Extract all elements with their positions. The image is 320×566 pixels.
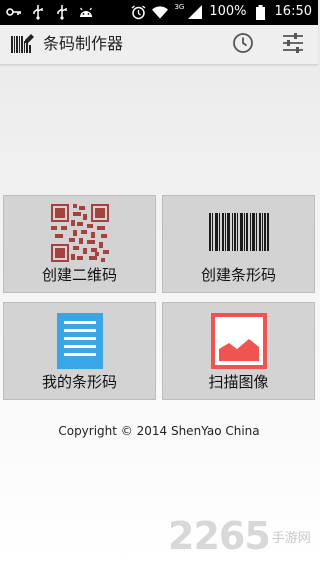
- create-barcode-button[interactable]: 创建条形码: [162, 195, 315, 293]
- my-barcodes-button[interactable]: 我的条形码: [3, 302, 156, 400]
- watermark-site: 手游网: [271, 531, 311, 546]
- app-title: 条码制作器: [43, 34, 124, 53]
- scan-image-button[interactable]: 扫描图像: [162, 302, 315, 400]
- tile-label: 创建条形码: [200, 266, 276, 284]
- image-icon: [210, 313, 267, 373]
- wifi-icon: [152, 4, 169, 20]
- usb-icon: [30, 4, 46, 20]
- clock: 16:50: [274, 4, 312, 19]
- alarm-icon: [130, 4, 146, 20]
- usb-icon: [54, 4, 70, 20]
- document-list-icon: [56, 313, 103, 373]
- barcode-icon: [208, 213, 269, 255]
- battery-icon: [253, 4, 269, 20]
- tile-label: 扫描图像: [208, 373, 269, 391]
- watermark-number: 2265: [168, 514, 271, 558]
- status-bar: 3G 100% 16:50: [0, 0, 318, 25]
- key-icon: [6, 4, 22, 20]
- history-button[interactable]: [230, 32, 256, 58]
- tile-label: 创建二维码: [41, 266, 117, 284]
- watermark: 2265 手游网: [168, 512, 316, 556]
- signal-icon: [187, 4, 203, 20]
- settings-sliders-icon: [281, 32, 305, 58]
- create-qr-code-button[interactable]: 创建二维码: [3, 195, 156, 293]
- app-bar: 条码制作器: [0, 25, 318, 65]
- qr-code-icon: [50, 204, 109, 266]
- network-type: 3G: [174, 3, 185, 11]
- settings-button[interactable]: [280, 32, 306, 58]
- copyright-text: Copyright © 2014 ShenYao China: [58, 424, 260, 438]
- battery-percent: 100%: [209, 4, 247, 19]
- android-icon: [78, 4, 94, 20]
- history-icon: [232, 32, 254, 58]
- app-logo-icon: [11, 33, 35, 55]
- tile-label: 我的条形码: [41, 373, 117, 391]
